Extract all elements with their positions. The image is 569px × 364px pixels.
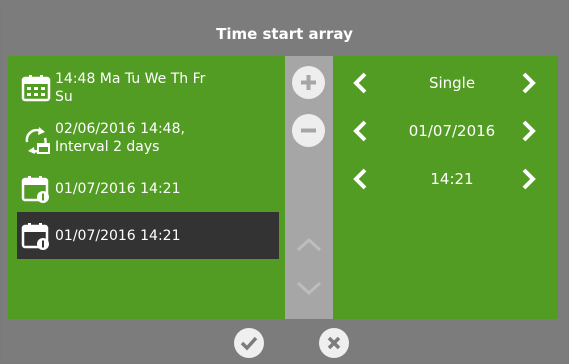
mode-value: Single	[428, 74, 476, 92]
chevron-left-icon[interactable]	[349, 167, 373, 191]
chevron-right-icon[interactable]	[516, 71, 540, 95]
chevron-left-icon[interactable]	[349, 71, 373, 95]
content-panel: 14:48 Ma Tu We Th Fr Su 02/06/2016 14:48…	[8, 56, 558, 319]
check-icon	[240, 336, 258, 351]
add-button[interactable]	[292, 66, 325, 99]
item-text: 01/07/2016 14:21	[55, 227, 181, 245]
item-text: 14:48 Ma Tu We Th Fr Su	[55, 70, 205, 106]
cancel-button[interactable]	[319, 328, 349, 358]
mode-selector: Single	[341, 66, 558, 100]
confirm-button[interactable]	[234, 328, 264, 358]
settings-panel: Single 01/07/2016 14:21	[341, 56, 558, 319]
chevron-left-icon[interactable]	[349, 119, 373, 143]
date-value: 01/07/2016	[408, 122, 496, 140]
dialog-footer	[1, 321, 568, 363]
single-date-calendar-icon	[21, 223, 49, 250]
chevron-right-icon[interactable]	[516, 167, 540, 191]
list-item-selected[interactable]: 01/07/2016 14:21	[17, 212, 279, 259]
item-text: 01/07/2016 14:21	[55, 180, 181, 198]
time-selector: 14:21	[341, 162, 558, 196]
date-selector: 01/07/2016	[341, 114, 558, 148]
item-text: 02/06/2016 14:48, Interval 2 days	[55, 120, 185, 156]
list-controls-bar	[285, 56, 333, 319]
time-value: 14:21	[430, 170, 474, 188]
interval-repeat-icon	[25, 127, 50, 154]
move-up-arrow-icon[interactable]	[294, 236, 324, 254]
item-line2: Su	[55, 89, 73, 105]
close-icon	[327, 336, 341, 350]
item-line1: 02/06/2016 14:48,	[55, 121, 185, 137]
list-item[interactable]: 14:48 Ma Tu We Th Fr Su	[17, 66, 279, 110]
plus-icon	[301, 75, 316, 90]
minus-icon	[301, 128, 316, 133]
dialog-frame: Time start array 14:48 Ma Tu We Th Fr Su…	[0, 0, 569, 364]
remove-button[interactable]	[292, 114, 325, 147]
single-date-calendar-icon	[21, 176, 49, 203]
chevron-right-icon[interactable]	[516, 119, 540, 143]
item-line1: 01/07/2016 14:21	[55, 228, 181, 244]
weekly-calendar-icon	[21, 75, 51, 102]
item-line1: 14:48 Ma Tu We Th Fr	[55, 71, 206, 87]
dialog-title: Time start array	[1, 15, 568, 53]
list-item[interactable]: 02/06/2016 14:48, Interval 2 days	[17, 116, 279, 160]
move-down-arrow-icon[interactable]	[294, 279, 324, 297]
item-line1: 01/07/2016 14:21	[55, 181, 181, 197]
list-item[interactable]: 01/07/2016 14:21	[17, 166, 279, 210]
item-line2: Interval 2 days	[55, 139, 160, 155]
